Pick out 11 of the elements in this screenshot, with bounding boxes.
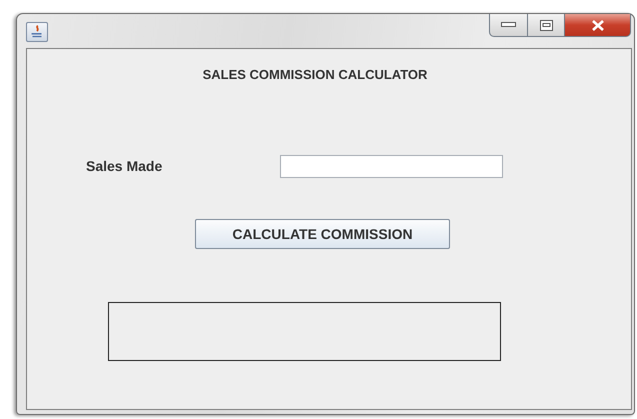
calculate-button[interactable]: CALCULATE COMMISSION (195, 219, 450, 249)
app-icon[interactable] (26, 22, 48, 42)
close-button[interactable] (565, 14, 631, 37)
app-heading: SALES COMMISSION CALCULATOR (202, 66, 428, 84)
maximize-icon (540, 20, 552, 30)
minimize-button[interactable] (489, 14, 528, 37)
maximize-button[interactable] (528, 14, 565, 37)
close-icon (590, 20, 604, 30)
sales-input-field[interactable] (280, 155, 503, 178)
minimize-icon (501, 22, 516, 28)
sales-label: Sales Made (86, 157, 164, 176)
